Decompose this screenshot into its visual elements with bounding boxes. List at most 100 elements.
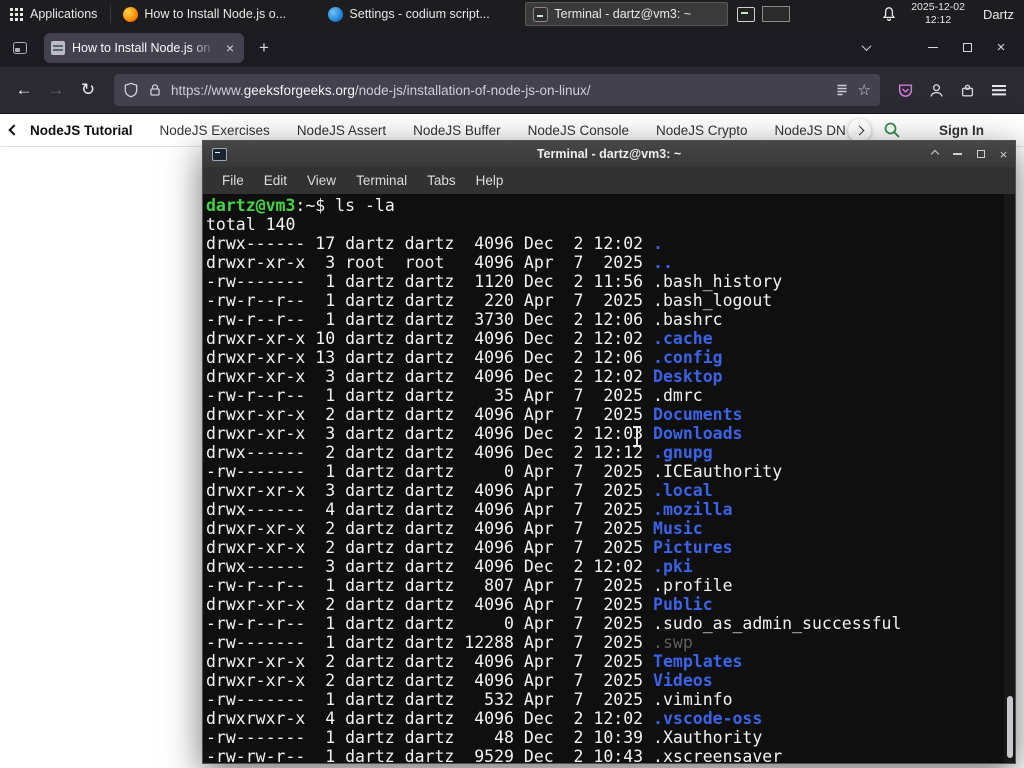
terminal-menu-tabs[interactable]: Tabs: [417, 170, 466, 191]
terminal-menu-view[interactable]: View: [297, 170, 346, 191]
reader-mode-icon[interactable]: [834, 82, 850, 98]
site-nav-items: NodeJS Tutorial NodeJS Exercises NodeJS As…: [30, 123, 846, 138]
terminal-menu-edit[interactable]: Edit: [254, 170, 297, 191]
site-nav-item[interactable]: NodeJS Assert: [297, 123, 386, 138]
taskbar-item-browser[interactable]: How to Install Node.js o...: [115, 2, 318, 26]
back-button[interactable]: ←: [8, 74, 40, 106]
search-icon[interactable]: [883, 121, 901, 139]
terminal-scrollbar-thumb[interactable]: [1007, 696, 1013, 758]
menu-icon[interactable]: [983, 75, 1014, 106]
extensions-icon[interactable]: [952, 75, 983, 106]
file-name: .ICEauthority: [653, 462, 783, 481]
pocket-icon[interactable]: [890, 75, 921, 106]
terminal-output-line: drwx------ 4 dartz dartz 4096 Apr 7 2025…: [206, 500, 733, 519]
prompt-user-host: dartz@vm3: [206, 196, 296, 215]
file-name: Videos: [653, 671, 713, 690]
tab-close-icon[interactable]: ×: [223, 39, 237, 57]
file-name: Pictures: [653, 538, 733, 557]
minimize-icon: [928, 46, 938, 49]
terminal-output-line: drwxr-xr-x 2 dartz dartz 4096 Apr 7 2025…: [206, 671, 713, 690]
terminal-window: Terminal - dartz@vm3: ~ × File Edit View Te…: [202, 140, 1016, 764]
browser-maximize-button[interactable]: [950, 33, 984, 63]
file-name: .config: [653, 348, 723, 367]
systray-terminal-icon[interactable]: [737, 6, 756, 22]
firefox-icon: [123, 6, 139, 22]
site-nav-item[interactable]: NodeJS Crypto: [656, 123, 748, 138]
browser-minimize-button[interactable]: [916, 33, 950, 63]
site-nav-item[interactable]: NodeJS DNS: [775, 123, 846, 138]
tab-title: How to Install Node.js on: [72, 40, 211, 55]
reload-button[interactable]: ↻: [72, 74, 104, 106]
taskbar-item-terminal[interactable]: Terminal - dartz@vm3: ~: [525, 2, 729, 26]
chevron-left-icon: [8, 124, 20, 136]
terminal-close-button[interactable]: ×: [992, 141, 1015, 167]
top-panel: Applications How to Install Node.js o...…: [0, 0, 1024, 28]
url-bar[interactable]: https://www.geeksforgeeks.org/node-js/in…: [114, 74, 880, 106]
shield-icon[interactable]: [123, 82, 139, 98]
browser-close-button[interactable]: ×: [984, 33, 1018, 63]
account-icon[interactable]: [921, 75, 952, 106]
forward-button[interactable]: →: [40, 74, 72, 106]
file-name: .swp: [653, 633, 693, 652]
file-name: .mozilla: [653, 500, 733, 519]
user-menu[interactable]: Dartz: [983, 7, 1014, 22]
url-text[interactable]: https://www.geeksforgeeks.org/node-js/in…: [171, 83, 826, 98]
terminal-maximize-button[interactable]: [969, 141, 992, 167]
terminal-output-line: -rw-r--r-- 1 dartz dartz 35 Apr 7 2025 .…: [206, 386, 703, 405]
file-name: Desktop: [653, 367, 723, 386]
terminal-output-line: drwxr-xr-x 2 dartz dartz 4096 Apr 7 2025…: [206, 519, 703, 538]
file-name: .gnupg: [653, 443, 713, 462]
file-name: Public: [653, 595, 713, 614]
lock-icon[interactable]: [147, 82, 163, 98]
file-name: .bash_logout: [653, 291, 773, 310]
terminal-menu-file[interactable]: File: [212, 170, 254, 191]
terminal-output-line: -rw-r--r-- 1 dartz dartz 0 Apr 7 2025 .s…: [206, 614, 902, 633]
codium-icon: [328, 6, 344, 22]
terminal-menu-terminal[interactable]: Terminal: [346, 170, 417, 191]
file-name: .pki: [653, 557, 693, 576]
terminal-window-title: Terminal - dartz@vm3: ~: [536, 147, 682, 161]
terminal-title-bar[interactable]: Terminal - dartz@vm3: ~ ×: [203, 141, 1015, 167]
chevron-up-icon: [930, 149, 939, 159]
list-all-tabs-button[interactable]: [852, 34, 880, 62]
new-tab-button[interactable]: +: [250, 34, 278, 62]
terminal-output-line: drwxr-xr-x 3 dartz dartz 4096 Apr 7 2025…: [206, 481, 713, 500]
terminal-prompt-line: dartz@vm3:~$ ls -la: [206, 196, 1015, 215]
applications-menu-button[interactable]: Applications: [0, 0, 107, 28]
terminal-output: total 140 drwx------ 17 dartz dartz 4096 …: [206, 215, 1015, 763]
firefox-view-button[interactable]: [6, 34, 34, 62]
desktop: Applications How to Install Node.js o...…: [0, 0, 1024, 768]
site-nav-scroll-right[interactable]: [848, 118, 871, 142]
site-nav-item[interactable]: NodeJS Exercises: [160, 123, 270, 138]
browser-tab-active[interactable]: How to Install Node.js on ×: [44, 32, 244, 63]
bookmark-star-icon[interactable]: ☆: [858, 81, 871, 99]
terminal-output-line: drwxr-xr-x 3 dartz dartz 4096 Dec 2 12:0…: [206, 424, 743, 443]
site-nav-scroll-left[interactable]: [8, 124, 20, 136]
file-name: .vscode-oss: [653, 709, 763, 728]
workspace-switcher[interactable]: [762, 6, 791, 22]
tab-favicon: [51, 40, 65, 55]
file-name: .Xauthority: [653, 728, 763, 747]
terminal-content[interactable]: dartz@vm3:~$ ls -la total 140 drwx------ …: [203, 194, 1015, 763]
terminal-scrollbar[interactable]: [1004, 194, 1015, 763]
terminal-minimize-button[interactable]: [946, 141, 969, 167]
file-name: .dmrc: [653, 386, 703, 405]
minimize-icon: [953, 153, 962, 155]
site-nav-item[interactable]: NodeJS Tutorial: [30, 123, 133, 138]
site-nav-item[interactable]: NodeJS Console: [528, 123, 629, 138]
terminal-menu-help[interactable]: Help: [466, 170, 514, 191]
panel-clock[interactable]: 2025-12-02 12:12: [911, 1, 965, 27]
site-nav-item[interactable]: NodeJS Buffer: [413, 123, 501, 138]
file-name: .cache: [653, 329, 713, 348]
file-name: .profile: [653, 576, 733, 595]
prompt-separator: :: [295, 196, 306, 215]
notifications-bell-icon[interactable]: [881, 6, 897, 22]
url-path: /node-js/installation-of-node-js-on-linu…: [354, 82, 591, 98]
terminal-shade-button[interactable]: [923, 141, 946, 167]
file-name: Documents: [653, 405, 743, 424]
file-name: .: [653, 234, 663, 253]
prompt-command: ls -la: [325, 196, 395, 215]
taskbar-item-codium[interactable]: Settings - codium script...: [320, 2, 523, 26]
sign-in-button[interactable]: Sign In: [939, 123, 984, 138]
taskbar-label: Terminal - dartz@vm3: ~: [554, 7, 692, 21]
